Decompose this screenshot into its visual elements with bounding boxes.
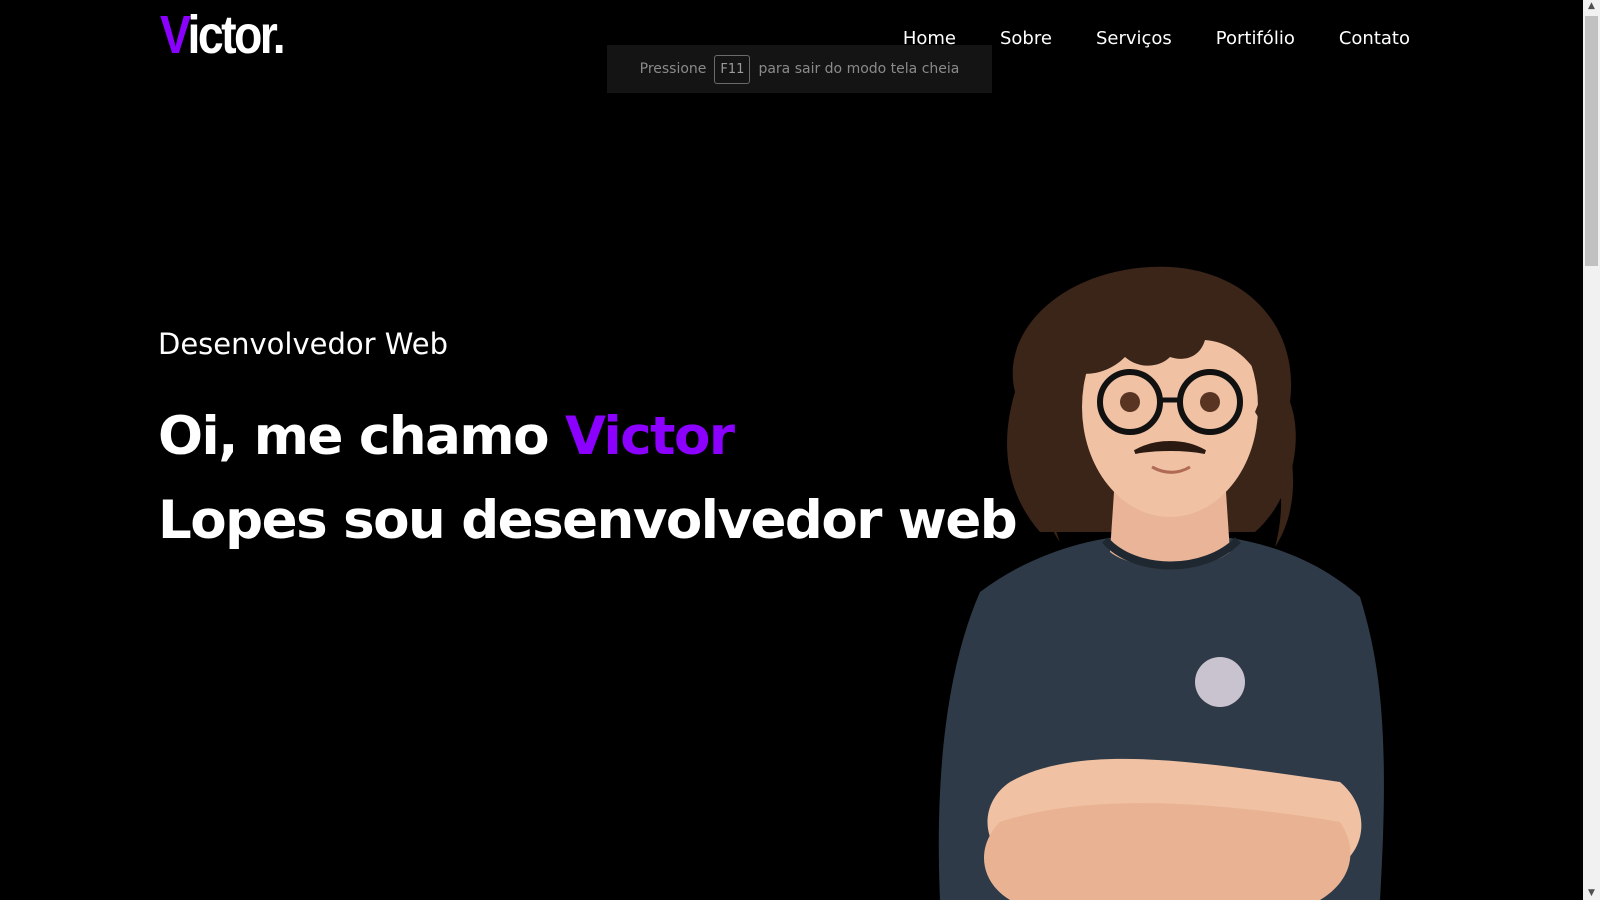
nav-link-sobre[interactable]: Sobre [1000, 28, 1052, 49]
avatar-eye-right [1200, 392, 1220, 412]
headline-role: Lopes sou desenvolvedor web [158, 490, 1018, 551]
avatar-eye-left [1120, 392, 1140, 412]
notice-text-before: Pressione [639, 61, 707, 77]
page: Victor. Home Sobre Serviços Portifólio C… [0, 0, 1600, 900]
logo-text: ictor. [187, 5, 286, 65]
nav-link-portifolio[interactable]: Portifólio [1216, 28, 1295, 49]
scroll-up-arrow-icon[interactable]: ▲ [1586, 1, 1597, 12]
headline-name: Victor [564, 406, 735, 467]
avatar-shirt-badge [1195, 657, 1245, 707]
headline-greeting: Oi, me chamo [158, 406, 565, 467]
logo-accent-letter: V [160, 5, 190, 65]
notice-text-after: para sair do modo tela cheia [758, 61, 960, 77]
hero-subtitle: Desenvolvedor Web [158, 327, 448, 361]
site-logo[interactable]: Victor. [160, 5, 286, 65]
nav-link-servicos[interactable]: Serviços [1096, 28, 1172, 49]
scrollbar-thumb[interactable] [1585, 16, 1598, 266]
f11-key-badge: F11 [714, 54, 751, 84]
developer-avatar-illustration [938, 266, 1384, 900]
nav-link-contato[interactable]: Contato [1339, 28, 1410, 49]
scroll-down-arrow-icon[interactable]: ▼ [1586, 888, 1597, 899]
fullscreen-exit-notice: Pressione F11 para sair do modo tela che… [607, 45, 992, 93]
avatar-arm-upper [983, 803, 1351, 900]
vertical-scrollbar[interactable]: ▲ ▼ [1583, 0, 1600, 900]
